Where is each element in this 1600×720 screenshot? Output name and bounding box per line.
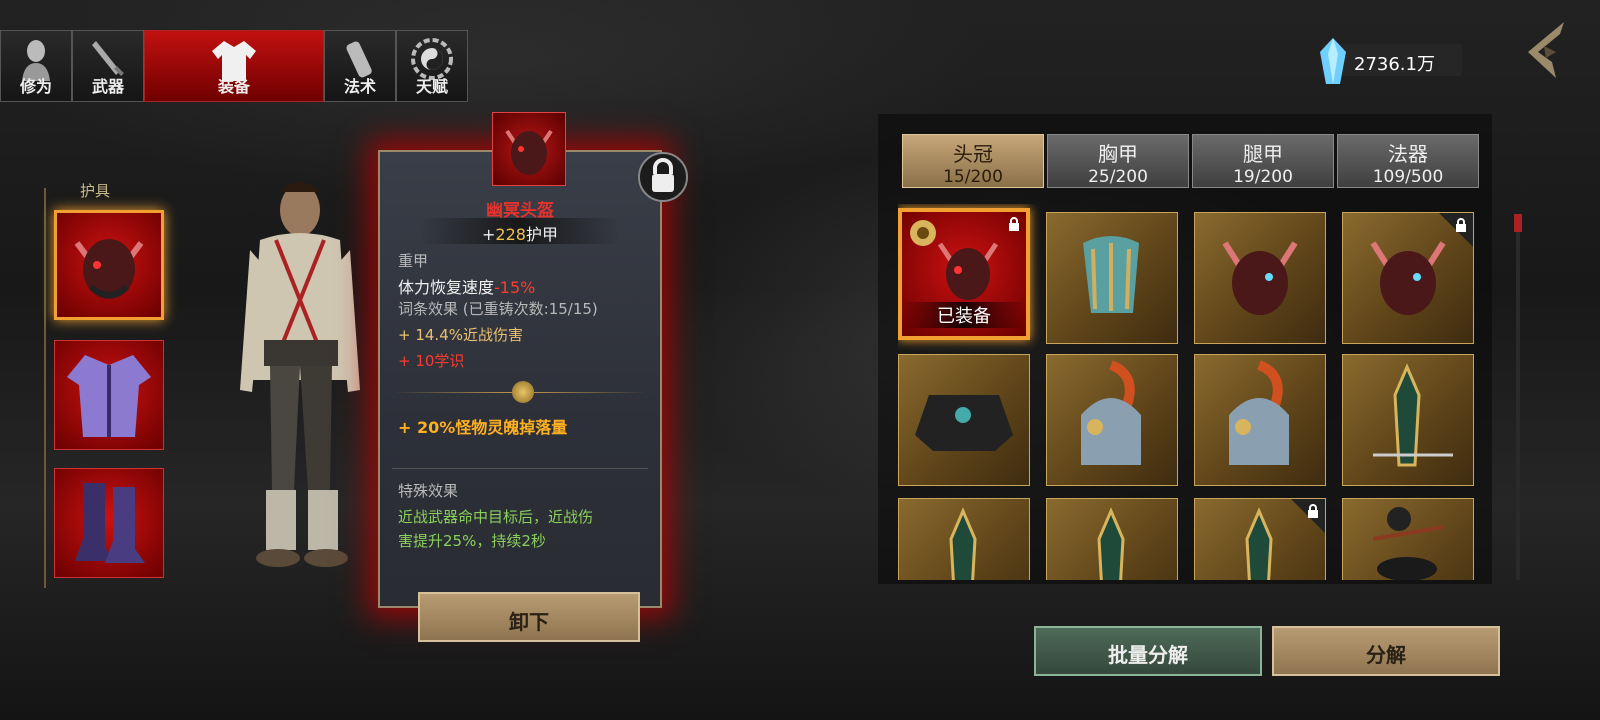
inventory-item[interactable]: 已装备 [898,208,1030,340]
currency-display: 2736.1万 [1320,38,1462,84]
war-helmet-icon [1081,360,1141,465]
stamina-label: 体力恢复速度 [398,278,495,297]
tab-label: 法术 [343,77,376,96]
armor-stat: +228护甲 [420,218,620,244]
tab-label: 天赋 [415,77,448,96]
inventory-item[interactable] [1342,354,1474,486]
armor-unit: 护甲 [525,225,558,244]
armor-slot-helmet[interactable] [54,210,164,320]
category-tab-helmet[interactable]: 头冠 15/200 [902,134,1044,188]
tab-cultivation[interactable]: 修为 [0,30,72,102]
special-effect-line-2: 害提升25%，持续2秒 [398,532,546,550]
category-name: 胸甲 [1098,142,1138,166]
inventory-item[interactable] [1046,212,1178,344]
armor-slots-title: 护具 [80,182,111,200]
scholar-hat-icon [1372,507,1444,580]
stamina-value: -15% [494,278,536,297]
item-detail-icon [492,112,566,186]
armor-prefix: + [482,225,496,244]
inventory-item[interactable] [1342,498,1474,580]
lock-icon [1456,218,1466,232]
inventory-grid: 已装备 [898,204,1488,580]
inventory-scrollbar-thumb[interactable] [1514,214,1522,232]
back-icon[interactable] [1516,18,1572,82]
tab-label: 装备 [217,77,250,96]
set-bonus: + 20%怪物灵魄掉落量 [398,418,568,437]
category-name: 头冠 [953,142,993,166]
hairpin-crown-icon [1373,363,1453,467]
affix-line-2: + 10学识 [398,352,465,370]
tab-spell[interactable]: 法术 [324,30,396,102]
divider [392,468,648,469]
affix-header: 词条效果 (已重铸次数:15/15) [398,298,598,319]
inventory-item[interactable] [1046,498,1178,580]
top-tab-bar: 修为 武器 装备 法术 天赋 [0,30,468,102]
black-hat-icon [915,395,1013,451]
item-lock-button[interactable] [638,152,688,202]
category-count: 109/500 [1372,167,1444,187]
decompose-button[interactable]: 分解 [1272,626,1500,676]
category-name: 腿甲 [1243,142,1283,166]
stamina-stat: 体力恢复速度-15% [398,274,535,298]
armor-slot-chest[interactable] [54,340,164,450]
demon-helmet-icon [74,239,144,299]
affix-recast-count: (已重铸次数:15/15) [462,300,598,318]
coin-emblem-icon [512,381,534,403]
affix-line-1: + 14.4%近战伤害 [398,326,523,344]
inventory-item[interactable] [1194,212,1326,344]
inventory-item[interactable] [1194,354,1326,486]
category-count: 19/200 [1233,167,1293,187]
category-tab-artifact[interactable]: 法器 109/500 [1337,134,1479,188]
character-model [240,182,360,567]
hairpin-crown-icon [1097,507,1125,580]
demon-helmet-icon [1222,241,1298,315]
category-name: 法器 [1388,142,1428,166]
lock-icon [652,158,674,192]
inventory-item[interactable] [1342,212,1474,344]
special-effect-title: 特殊效果 [398,482,459,500]
currency-value: 2736.1万 [1354,54,1435,75]
boots-icon [75,483,145,563]
armor-value: 228 [495,225,526,244]
category-tab-legs[interactable]: 腿甲 19/200 [1192,134,1334,188]
lock-icon [1308,504,1318,518]
category-tab-chest[interactable]: 胸甲 25/200 [1047,134,1189,188]
special-effect-line-1: 近战武器命中目标后，近战伤 [398,508,594,526]
inventory-item[interactable] [898,498,1030,580]
jade-crown-icon [1083,236,1139,313]
inventory-scrollbar[interactable] [1516,214,1520,580]
tab-label: 修为 [19,77,52,96]
tab-equipment[interactable]: 装备 [144,30,324,102]
demon-helmet-icon [505,129,553,175]
tab-weapon[interactable]: 武器 [72,30,144,102]
affix-title: 词条效果 [398,300,459,318]
unequip-button[interactable]: 卸下 [418,592,640,642]
tab-label: 武器 [91,77,124,96]
category-count: 25/200 [1088,167,1148,187]
hairpin-crown-icon [949,507,977,580]
tab-talent[interactable]: 天赋 [396,30,468,102]
inventory-item[interactable] [898,354,1030,486]
equipped-label: 已装备 [902,302,1026,328]
category-count: 15/200 [943,167,1003,187]
war-helmet-icon [1229,360,1289,465]
armor-slot-rail [44,188,48,588]
crystal-icon [1320,38,1346,84]
inventory-item[interactable] [1194,498,1326,580]
batch-decompose-button[interactable]: 批量分解 [1034,626,1262,676]
purple-robe-icon [67,355,151,437]
inventory-item[interactable] [1046,354,1178,486]
demon-helmet-icon [937,242,999,300]
armor-slot-boots[interactable] [54,468,164,578]
armor-type: 重甲 [398,252,429,270]
